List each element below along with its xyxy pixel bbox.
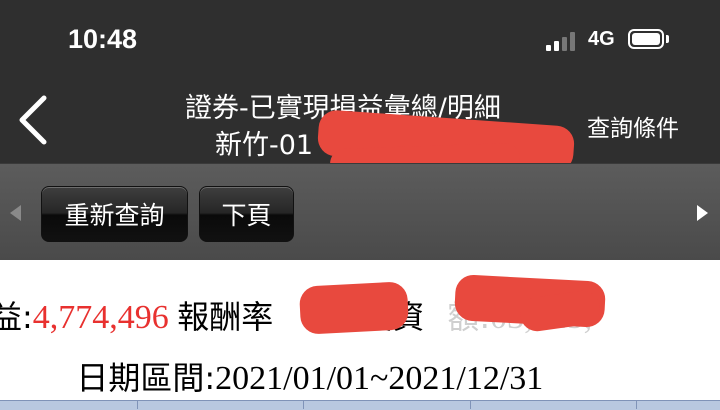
table-divider (470, 400, 471, 409)
redaction-mark (298, 281, 410, 335)
battery-full-icon (628, 29, 664, 49)
profit-label: 益: (0, 298, 33, 336)
app-header: 10:48 4G 證券-已實現損益彙總/明細 新竹-01 客戶 查詢條件 (0, 0, 720, 180)
branch-label: 新竹-01 (215, 130, 314, 161)
table-divider (137, 400, 138, 409)
date-range-label: 日期區間: (76, 359, 216, 397)
return-rate-label: 報酬率 (177, 298, 274, 336)
next-page-button[interactable]: 下頁 (199, 186, 294, 242)
toolbar: 重新查詢 下頁 (0, 163, 720, 261)
refresh-button[interactable]: 重新查詢 (41, 186, 188, 242)
signal-icon (546, 31, 578, 51)
status-time: 10:48 (68, 24, 138, 54)
battery-tip (666, 35, 669, 43)
query-conditions-button[interactable]: 查詢條件 (587, 109, 679, 143)
back-button[interactable] (12, 92, 56, 148)
date-range-value: 2021/01/01~2021/12/31 (215, 360, 544, 397)
profit-value: 4,774,496 (32, 299, 169, 336)
chevron-left-icon (19, 95, 47, 145)
network-label: 4G (588, 28, 615, 50)
summary-panel: 益:4,774,496 報酬率 投資 額:03,225, ) 日期區間:2021… (0, 260, 720, 409)
date-range-row: ) 日期區間:2021/01/01~2021/12/31 (0, 353, 543, 399)
table-divider (636, 400, 637, 409)
triangle-right-icon[interactable] (697, 205, 708, 221)
table-divider (303, 400, 304, 409)
triangle-left-icon[interactable] (10, 205, 21, 221)
